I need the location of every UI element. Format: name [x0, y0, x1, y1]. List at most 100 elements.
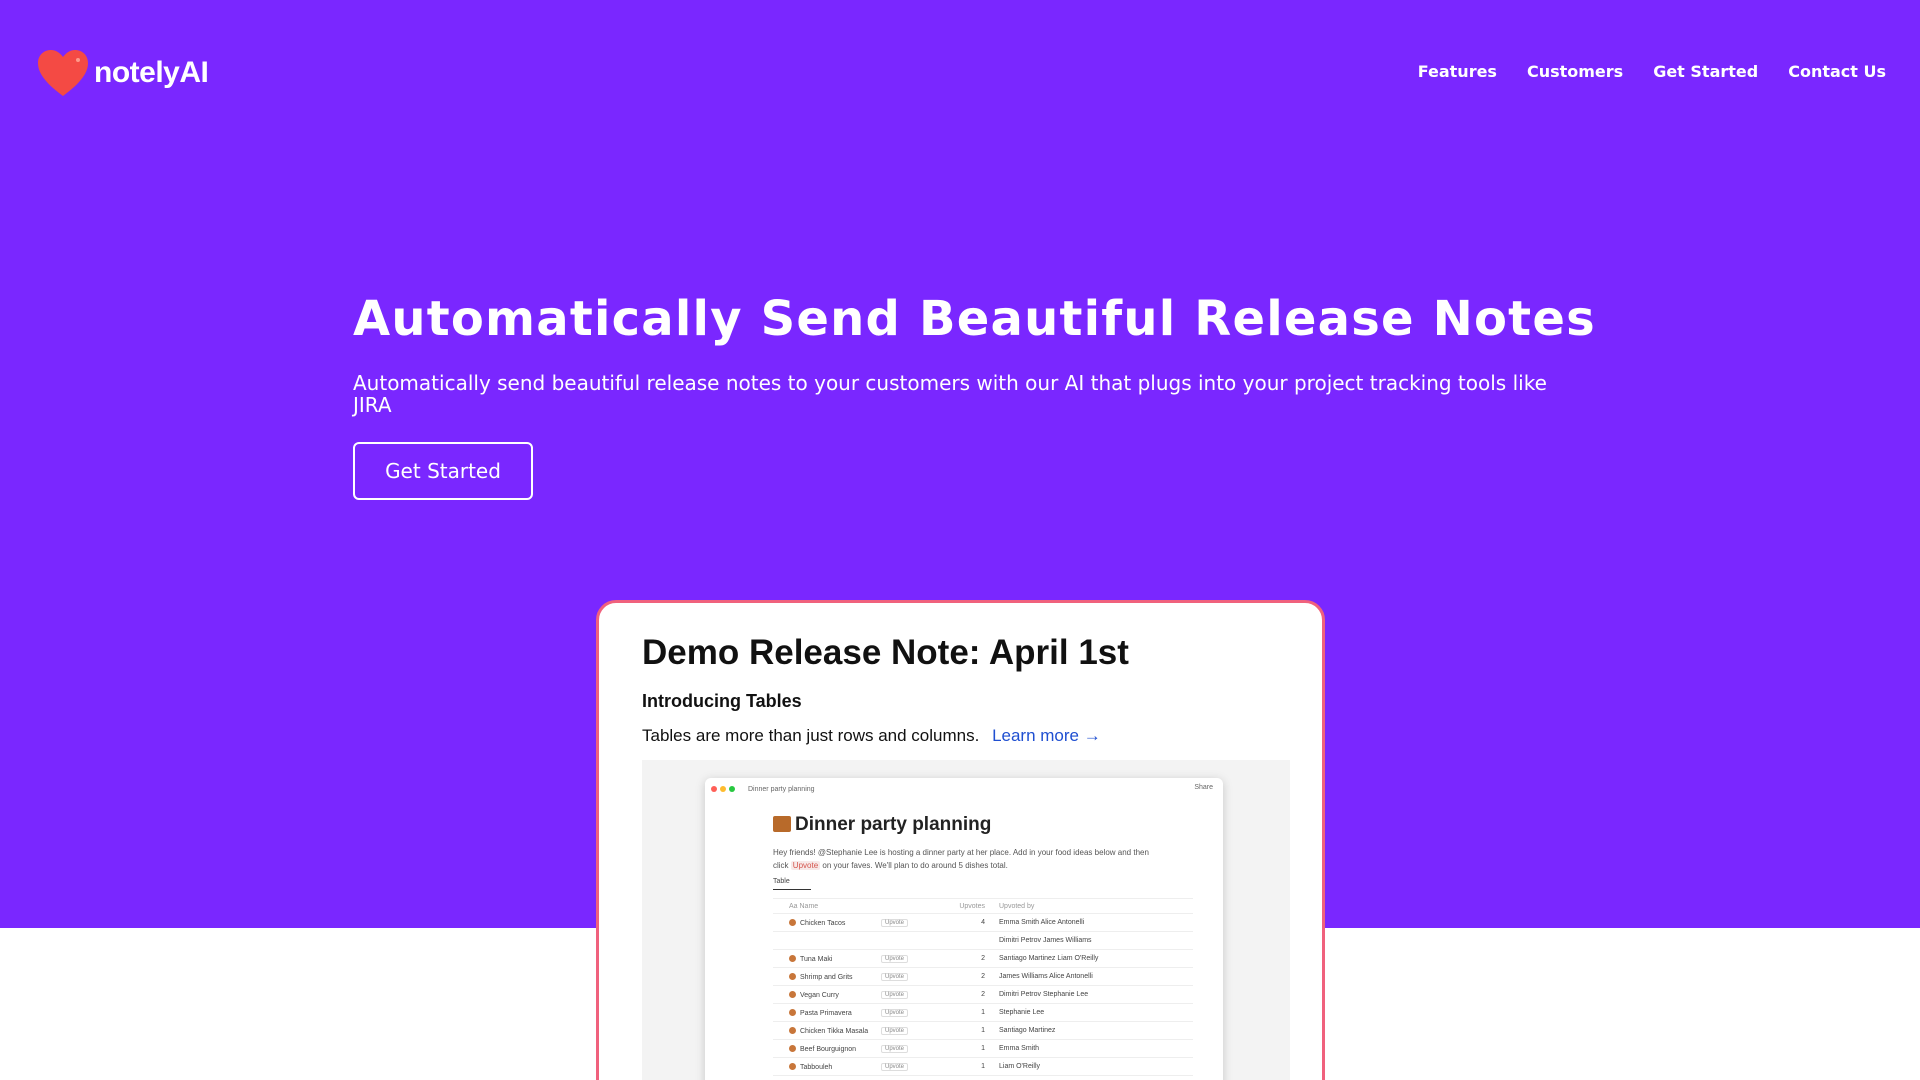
minimize-dot-icon [720, 786, 726, 792]
preview-table: Aa Name Upvotes Upvoted by Chicken Tacos… [773, 898, 1193, 1076]
upvote-tag: Upvote [881, 1062, 909, 1071]
row-count: 4 [981, 919, 985, 926]
upvote-tag: Upvote [881, 972, 909, 981]
nav-get-started[interactable]: Get Started [1653, 62, 1758, 81]
row-count: 2 [981, 955, 985, 962]
preview-breadcrumb: Dinner party planning [748, 785, 815, 793]
preview-table-body: Chicken Tacos Upvote 4 Emma Smith Alice Ant… [773, 914, 1193, 1076]
col-upvoted-by: Upvoted by [999, 902, 1035, 910]
table-row: Tabbouleh Upvote 1 Liam O'Reilly [773, 1058, 1193, 1076]
card-subtitle: Introducing Tables [642, 691, 802, 711]
table-row: Vegan Curry Upvote 2 Dimitri Petrov Stephan… [773, 986, 1193, 1004]
row-vote: Upvote [881, 918, 941, 927]
preview-upvote-chip: Upvote [790, 861, 821, 870]
row-count: 2 [981, 973, 985, 980]
hero-subtitle: Automatically send beautiful release not… [353, 371, 1547, 417]
preview-share: Share [1194, 784, 1213, 791]
get-started-button[interactable]: Get Started [353, 442, 533, 500]
learn-more-link[interactable]: Learn more → [992, 726, 1101, 745]
row-name: Chicken Tacos [773, 918, 881, 927]
row-upvoted-by: Santiago Martinez [999, 1027, 1056, 1034]
row-vote: Upvote [881, 1062, 941, 1071]
main-nav: Features Customers Get Started Contact U… [1418, 62, 1886, 81]
row-name-text: Chicken Tacos [800, 919, 846, 927]
table-row: Chicken Tacos Upvote 4 Emma Smith Alice Ant… [773, 914, 1193, 932]
preview-doc-desc-b: on your faves. We'll plan to do around 5… [822, 861, 1008, 870]
row-name: Beef Bourguignon [773, 1044, 881, 1053]
row-count: 1 [981, 1063, 985, 1070]
row-count: 1 [981, 1027, 985, 1034]
row-upvoted-by: Dimitri Petrov James Williams [999, 937, 1092, 944]
preview-doc-title-text: Dinner party planning [795, 814, 992, 835]
card-description-text: Tables are more than just rows and colum… [642, 726, 980, 745]
table-row: Pasta Primavera Upvote 1 Stephanie Lee [773, 1004, 1193, 1022]
preview-doc-description: Hey friends! @Stephanie Lee is hosting a… [773, 846, 1163, 872]
row-name-text: Tabbouleh [800, 1063, 833, 1071]
card-description: Tables are more than just rows and colum… [642, 726, 1101, 746]
upvote-tag: Upvote [881, 1044, 909, 1053]
row-upvoted-by: Emma Smith Alice Antonelli [999, 919, 1085, 926]
table-row: Chicken Tikka Masala Upvote 1 Santiago Mart… [773, 1022, 1193, 1040]
preview-window-bar: Dinner party planning Share [705, 778, 1223, 800]
nav-customers[interactable]: Customers [1527, 62, 1623, 81]
table-row: Beef Bourguignon Upvote 1 Emma Smith [773, 1040, 1193, 1058]
table-row: Shrimp and Grits Upvote 2 James Williams Al… [773, 968, 1193, 986]
row-upvoted-by: James Williams Alice Antonelli [999, 973, 1093, 980]
col-name: Aa Name [789, 902, 819, 910]
preview-window: Dinner party planning Share Dinner party… [705, 778, 1223, 1080]
upvote-tag: Upvote [881, 1008, 909, 1017]
row-vote: Upvote [881, 972, 941, 981]
row-name: Tuna Maki [773, 954, 881, 963]
row-name: Shrimp and Grits [773, 972, 881, 981]
row-name-text: Tuna Maki [800, 955, 833, 963]
col-upvotes: Upvotes [959, 902, 985, 910]
row-vote: Upvote [881, 1044, 941, 1053]
food-icon [789, 1026, 796, 1034]
nav-contact-us[interactable]: Contact Us [1788, 62, 1886, 81]
heart-logo-icon [38, 50, 88, 96]
brand-logo[interactable]: notelyAI [36, 48, 209, 98]
food-icon [789, 990, 796, 998]
row-name-text: Shrimp and Grits [800, 973, 853, 981]
card-title: Demo Release Note: April 1st [642, 633, 1129, 672]
row-upvoted-by: Emma Smith [999, 1045, 1040, 1052]
row-vote: Upvote [881, 954, 941, 963]
preview-table-header: Aa Name Upvotes Upvoted by [773, 898, 1193, 914]
row-name-text: Vegan Curry [800, 991, 839, 999]
row-name: Pasta Primavera [773, 1008, 881, 1017]
row-upvoted-by: Liam O'Reilly [999, 1063, 1041, 1070]
row-upvoted-by: Stephanie Lee [999, 1009, 1045, 1016]
row-name: Vegan Curry [773, 990, 881, 999]
row-count: 1 [981, 1009, 985, 1016]
food-icon [789, 1008, 796, 1016]
brand-name: notelyAI [94, 56, 209, 89]
row-count: 2 [981, 991, 985, 998]
hero-title: Automatically Send Beautiful Release Not… [353, 291, 1596, 347]
row-name: Chicken Tikka Masala [773, 1026, 881, 1035]
row-name: Tabbouleh [773, 1062, 881, 1071]
preview-screenshot: Dinner party planning Share Dinner party… [642, 760, 1290, 1080]
maximize-dot-icon [729, 786, 735, 792]
row-upvoted-by: Dimitri Petrov Stephanie Lee [999, 991, 1089, 998]
row-vote: Upvote [881, 1008, 941, 1017]
dinner-emoji-icon [773, 816, 791, 832]
row-name-text: Pasta Primavera [800, 1009, 852, 1017]
preview-table-tab: Table [773, 878, 811, 890]
nav-features[interactable]: Features [1418, 62, 1497, 81]
preview-doc-title: Dinner party planning [773, 814, 991, 836]
demo-release-note-card: Demo Release Note: April 1st Introducing… [596, 600, 1325, 1080]
row-upvoted-by: Santiago Martinez Liam O'Reilly [999, 955, 1099, 962]
row-name-text: Beef Bourguignon [800, 1045, 857, 1053]
food-icon [789, 972, 796, 980]
upvote-tag: Upvote [881, 954, 909, 963]
upvote-tag: Upvote [881, 1026, 909, 1035]
row-name-text: Chicken Tikka Masala [800, 1027, 869, 1035]
table-row: Tuna Maki Upvote 2 Santiago Martinez Liam O… [773, 950, 1193, 968]
row-count: 1 [981, 1045, 985, 1052]
food-icon [789, 918, 796, 926]
food-icon [789, 1044, 796, 1052]
close-dot-icon [711, 786, 717, 792]
row-vote: Upvote [881, 1026, 941, 1035]
upvote-tag: Upvote [881, 990, 909, 999]
food-icon [789, 954, 796, 962]
